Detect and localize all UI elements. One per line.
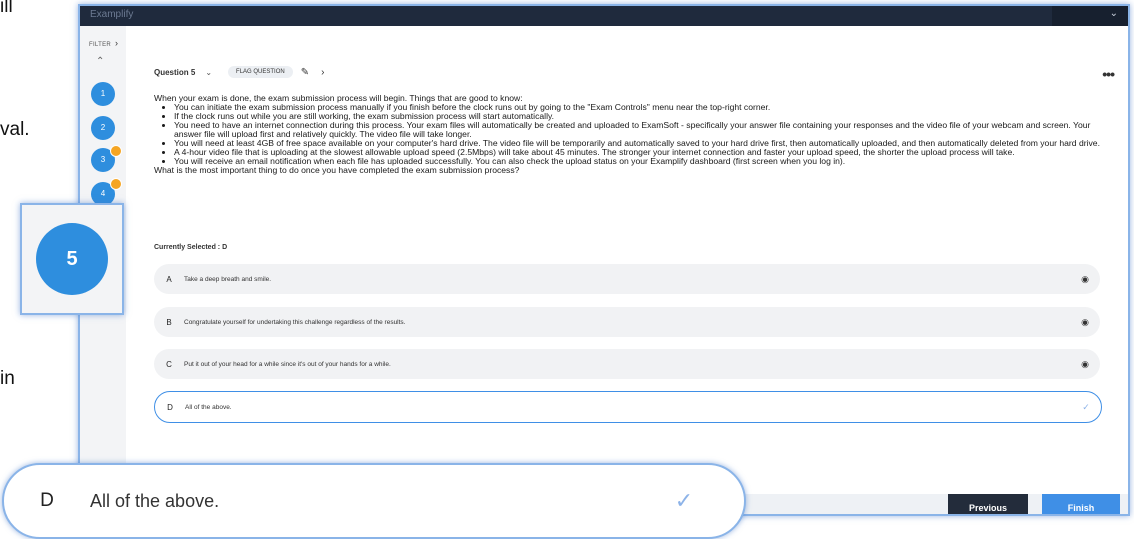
filter-label: FILTER bbox=[89, 42, 112, 48]
question-nav-5-zoomed[interactable]: 5 bbox=[36, 223, 108, 295]
background-text-fragment: val. bbox=[0, 119, 30, 140]
chevron-right-icon[interactable]: › bbox=[321, 67, 324, 78]
question-header: Question 5 ⌄ FLAG QUESTION ✎ › bbox=[154, 66, 324, 78]
top-bar-right: ⌄ bbox=[1052, 6, 1128, 26]
finish-button[interactable]: Finish bbox=[1042, 494, 1120, 514]
option-letter: A bbox=[166, 274, 172, 284]
zoom-callout-question-number: 5 bbox=[20, 203, 124, 315]
option-text: All of the above. bbox=[90, 490, 220, 511]
chevron-down-icon[interactable]: ⌄ bbox=[205, 68, 212, 77]
currently-selected-label: Currently Selected : D bbox=[154, 244, 228, 251]
filter-button[interactable]: FILTER › bbox=[89, 38, 118, 48]
stem-prompt: What is the most important thing to do o… bbox=[154, 165, 520, 175]
option-text: Congratulate yourself for undertaking th… bbox=[184, 318, 406, 326]
option-letter: B bbox=[166, 317, 172, 327]
answer-option-b[interactable]: B Congratulate yourself for undertaking … bbox=[154, 307, 1100, 337]
stem-bullets: You can initiate the exam submission pro… bbox=[154, 103, 1104, 166]
answer-option-c[interactable]: C Put it out of your head for a while si… bbox=[154, 349, 1100, 379]
app-title: Examplify bbox=[90, 9, 134, 20]
chevron-up-icon[interactable]: ⌃ bbox=[96, 56, 104, 67]
eye-icon[interactable]: ◉ bbox=[1070, 317, 1100, 328]
flag-question-button[interactable]: FLAG QUESTION bbox=[228, 66, 293, 78]
stem-bullet: You need to have an internet connection … bbox=[174, 121, 1104, 139]
option-text: All of the above. bbox=[185, 403, 232, 411]
question-panel: Question 5 ⌄ FLAG QUESTION ✎ › ••• When … bbox=[126, 26, 1128, 514]
answer-option-d[interactable]: D All of the above. ✓ bbox=[154, 391, 1102, 423]
option-text: Take a deep breath and smile. bbox=[184, 275, 272, 283]
option-letter: C bbox=[166, 359, 172, 369]
flag-icon bbox=[110, 178, 122, 190]
option-letter: D bbox=[167, 402, 173, 412]
pencil-icon[interactable]: ✎ bbox=[301, 67, 309, 78]
kebab-icon[interactable]: ••• bbox=[1102, 66, 1115, 82]
background-text-fragment: ill bbox=[0, 0, 13, 17]
background-text-fragment: in bbox=[0, 368, 15, 389]
question-stem: When your exam is done, the exam submiss… bbox=[154, 94, 1104, 175]
previous-button[interactable]: Previous bbox=[948, 494, 1028, 514]
zoom-callout-selected-answer[interactable]: D All of the above. ✓ bbox=[2, 463, 746, 539]
question-nav-2[interactable]: 2 bbox=[91, 116, 115, 140]
answer-option-a[interactable]: A Take a deep breath and smile. ◉ bbox=[154, 264, 1100, 294]
question-nav-1[interactable]: 1 bbox=[91, 82, 115, 106]
chevron-right-icon: › bbox=[115, 38, 119, 48]
eye-icon[interactable]: ◉ bbox=[1070, 274, 1100, 285]
option-text: Put it out of your head for a while sinc… bbox=[184, 360, 391, 368]
eye-icon[interactable]: ◉ bbox=[1070, 359, 1100, 370]
flag-icon bbox=[110, 145, 122, 157]
question-label[interactable]: Question 5 bbox=[154, 68, 195, 77]
top-bar: Examplify ⌄ bbox=[80, 6, 1128, 26]
option-letter: D bbox=[40, 490, 54, 511]
examplify-window: Examplify ⌄ FILTER › ⌃ 1 2 3 4 Question 5… bbox=[78, 4, 1130, 516]
check-icon: ✓ bbox=[1082, 401, 1090, 412]
check-icon: ✓ bbox=[674, 488, 694, 513]
chevron-down-icon[interactable]: ⌄ bbox=[1110, 8, 1118, 19]
